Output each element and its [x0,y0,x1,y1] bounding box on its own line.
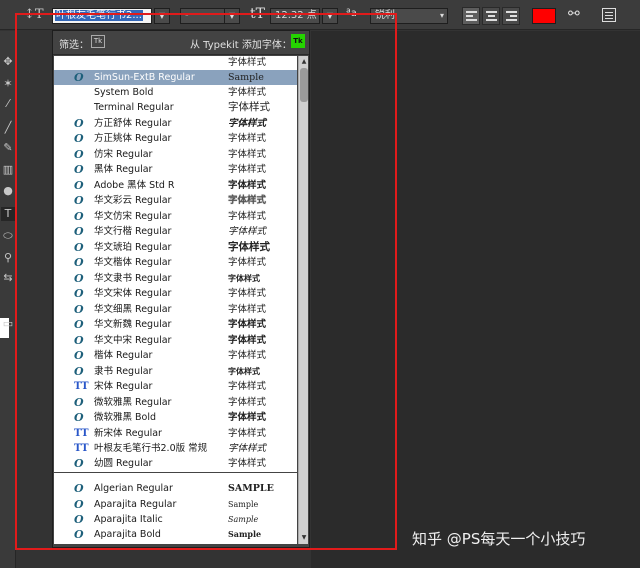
warp-text-icon[interactable]: ⚯ [568,6,580,22]
highlight-annotation-box [15,13,397,550]
text-tool-icon[interactable]: T [1,207,15,221]
screen-mode-icon[interactable]: ▭ [1,317,15,331]
text-color-swatch[interactable] [532,8,556,24]
brush-icon[interactable]: ╱ [1,121,15,135]
ellipse-icon[interactable]: ⬭ [1,229,15,243]
eyedropper-icon[interactable]: ⁄ [1,97,15,111]
character-panel-icon[interactable] [602,8,616,22]
chevron-down-icon: ▾ [439,11,444,20]
align-center-button[interactable] [482,7,500,25]
tools-panel: ✥ ✶ ⁄ ╱ ✎ ▥ ● T ⬭ ⚲ ⇆ ▭ [0,31,16,568]
magic-wand-icon[interactable]: ✶ [1,77,15,91]
watermark: 知乎 @PS每天一个小技巧 [412,530,586,548]
gradient-icon[interactable]: ▥ [1,163,15,177]
history-brush-icon[interactable]: ✎ [1,141,15,155]
zoom-icon[interactable]: ⚲ [1,251,15,265]
swap-colors-icon[interactable]: ⇆ [1,271,15,285]
move-icon[interactable]: ✥ [1,55,15,69]
align-left-button[interactable] [462,7,480,25]
dodge-icon[interactable]: ● [1,184,15,198]
align-right-button[interactable] [502,7,520,25]
